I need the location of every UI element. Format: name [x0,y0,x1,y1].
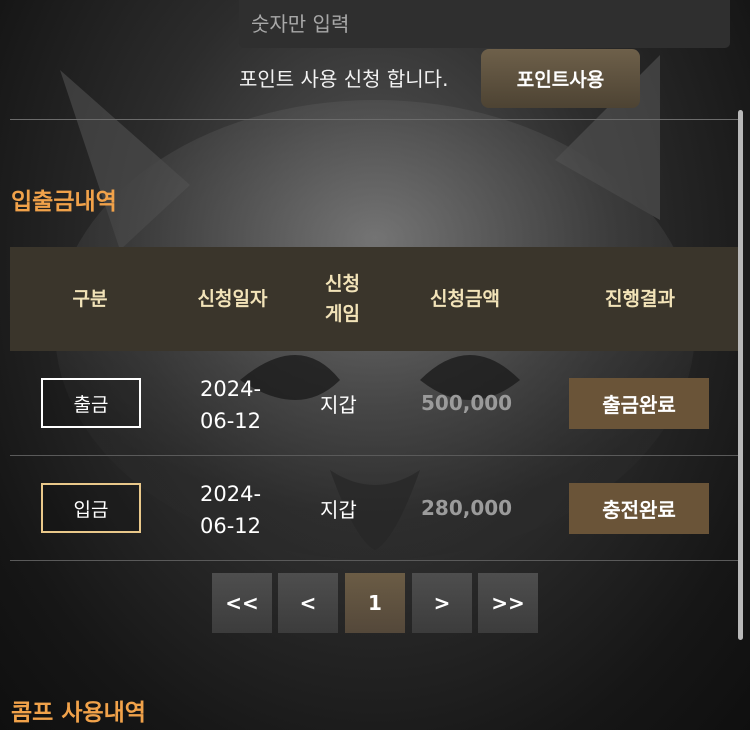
table-row: 입금 2024- 06-12 지갑 280,000 충전완료 [10,456,740,561]
header-result: 진행결과 [605,288,675,310]
type-badge-withdrawal: 출금 [41,378,141,428]
deposit-history-title: 입출금내역 [11,189,117,215]
scrollbar[interactable] [738,110,743,640]
page-next-button[interactable]: > [412,573,472,633]
page-last-button[interactable]: >> [478,573,538,633]
header-request-date: 신청일자 [197,288,268,310]
point-amount-input[interactable] [239,0,730,48]
page-current-button[interactable]: 1 [345,573,405,633]
request-amount: 280,000 [421,496,513,520]
section-divider [10,119,740,120]
header-request-game: 신청 게임 [325,273,360,325]
request-date: 2024- 06-12 [200,377,262,433]
page-first-button[interactable]: << [212,573,272,633]
table-header-row: 구분 신청일자 신청 게임 신청금액 진행결과 [10,247,740,351]
header-type: 구분 [72,288,108,310]
status-badge: 충전완료 [569,483,709,534]
point-request-text: 포인트 사용 신청 합니다. [239,67,449,91]
status-badge: 출금완료 [569,378,709,429]
header-request-amount: 신청금액 [430,288,500,310]
request-game: 지갑 [320,498,357,522]
point-use-button[interactable]: 포인트사용 [481,49,640,108]
type-badge-deposit: 입금 [41,483,141,533]
row-divider [10,560,740,561]
page-prev-button[interactable]: < [278,573,338,633]
request-date: 2024- 06-12 [200,482,262,538]
request-game: 지갑 [320,393,357,417]
request-amount: 500,000 [421,391,513,415]
comp-history-title: 콤프 사용내역 [11,700,146,726]
table-row: 출금 2024- 06-12 지갑 500,000 출금완료 [10,351,740,456]
